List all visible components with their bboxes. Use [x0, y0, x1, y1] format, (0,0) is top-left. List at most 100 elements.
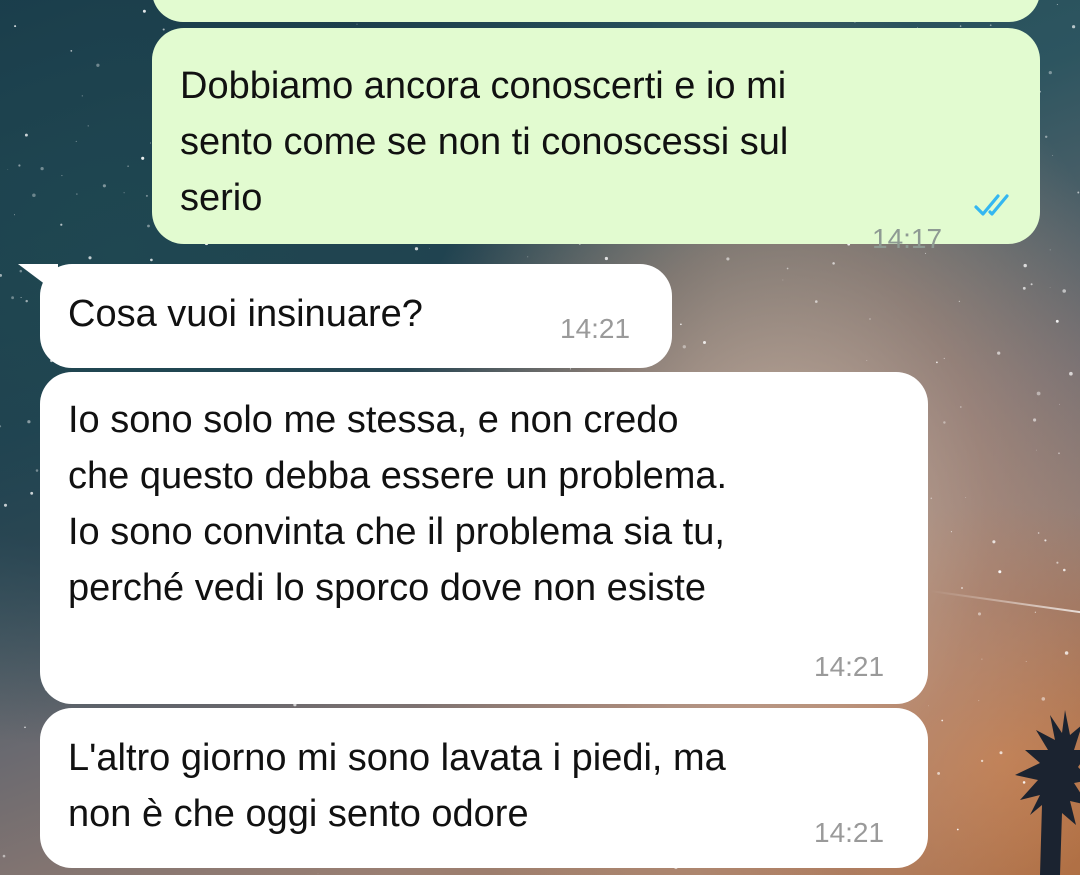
star: [814, 300, 818, 303]
star: [3, 503, 8, 507]
star: [1036, 391, 1041, 396]
star: [162, 28, 165, 31]
star: [965, 496, 967, 498]
star: [356, 23, 358, 25]
star: [935, 361, 938, 364]
message-time: 14:17: [872, 223, 943, 254]
star: [1022, 286, 1026, 290]
tree-silhouette: [1015, 710, 1080, 875]
message-bubble-incoming[interactable]: Io sono solo me stessa, e non credo che …: [40, 372, 928, 704]
message-bubble-incoming[interactable]: Cosa vuoi insinuare? 14:21: [40, 264, 672, 368]
star: [70, 50, 73, 52]
star: [989, 24, 992, 27]
star: [977, 612, 982, 616]
message-text: Dobbiamo ancora conoscerti e io mi sento…: [180, 65, 789, 219]
star: [1044, 539, 1047, 542]
star: [88, 256, 92, 260]
star: [76, 193, 78, 195]
star: [1030, 283, 1033, 286]
star: [14, 25, 17, 28]
star: [1059, 403, 1060, 405]
star: [96, 63, 100, 67]
star: [941, 719, 944, 722]
star: [24, 133, 28, 137]
star: [141, 156, 145, 160]
star: [150, 142, 151, 144]
star: [1048, 70, 1052, 75]
star: [569, 368, 571, 370]
message-time: 14:21: [814, 651, 885, 682]
star: [14, 214, 15, 216]
star: [832, 262, 835, 265]
star: [680, 323, 682, 326]
star: [81, 95, 83, 97]
star: [703, 341, 706, 344]
star: [1052, 155, 1054, 156]
star: [2, 854, 6, 858]
star: [992, 540, 996, 544]
star: [150, 258, 153, 262]
star: [930, 497, 933, 500]
star: [32, 193, 36, 198]
star: [786, 267, 789, 270]
star: [869, 318, 871, 320]
star: [75, 140, 77, 142]
star: [142, 9, 146, 13]
star: [726, 257, 730, 261]
star: [7, 169, 9, 170]
star: [429, 248, 430, 249]
message-bubble-outgoing[interactable]: Dobbiamo ancora conoscerti e io mi sento…: [152, 28, 1040, 254]
star: [961, 587, 963, 589]
star: [60, 223, 63, 226]
star: [27, 420, 31, 424]
star: [1037, 532, 1040, 534]
star: [127, 165, 129, 167]
star: [1034, 611, 1037, 613]
star: [35, 469, 39, 472]
star: [1056, 561, 1059, 564]
star: [145, 194, 148, 197]
star: [1049, 249, 1051, 251]
star: [682, 345, 686, 349]
star: [997, 351, 1001, 355]
star: [40, 166, 44, 171]
star: [937, 771, 941, 775]
star: [1069, 371, 1073, 376]
star: [959, 406, 962, 408]
star: [1062, 289, 1066, 293]
star: [958, 300, 961, 303]
star: [1056, 4, 1058, 5]
star: [30, 491, 34, 495]
star: [1044, 135, 1048, 139]
message-time: 14:21: [814, 817, 885, 848]
star: [102, 184, 106, 188]
star: [959, 25, 962, 27]
star: [1077, 191, 1080, 194]
star: [956, 828, 959, 831]
star: [950, 531, 952, 533]
star: [1072, 25, 1076, 29]
message-text: L'altro giorno mi sono lavata i piedi, m…: [68, 737, 726, 835]
star: [0, 273, 3, 277]
star: [11, 296, 15, 300]
star: [317, 873, 319, 875]
star: [147, 224, 150, 228]
star: [928, 705, 929, 707]
star: [0, 425, 2, 428]
message-bubble-incoming[interactable]: L'altro giorno mi sono lavata i piedi, m…: [40, 708, 928, 868]
star: [866, 360, 868, 362]
message-bubble-outgoing-partial[interactable]: [152, 0, 1040, 22]
star: [1049, 287, 1051, 288]
star: [1055, 319, 1059, 323]
star: [604, 256, 609, 261]
star: [1058, 452, 1060, 455]
star: [527, 256, 529, 258]
star: [25, 299, 28, 303]
message-text: Io sono solo me stessa, e non credo che …: [68, 399, 728, 609]
star: [998, 570, 1002, 574]
star: [87, 125, 89, 127]
star: [1035, 449, 1037, 451]
star: [18, 164, 21, 167]
star: [61, 175, 63, 177]
star: [414, 247, 419, 251]
